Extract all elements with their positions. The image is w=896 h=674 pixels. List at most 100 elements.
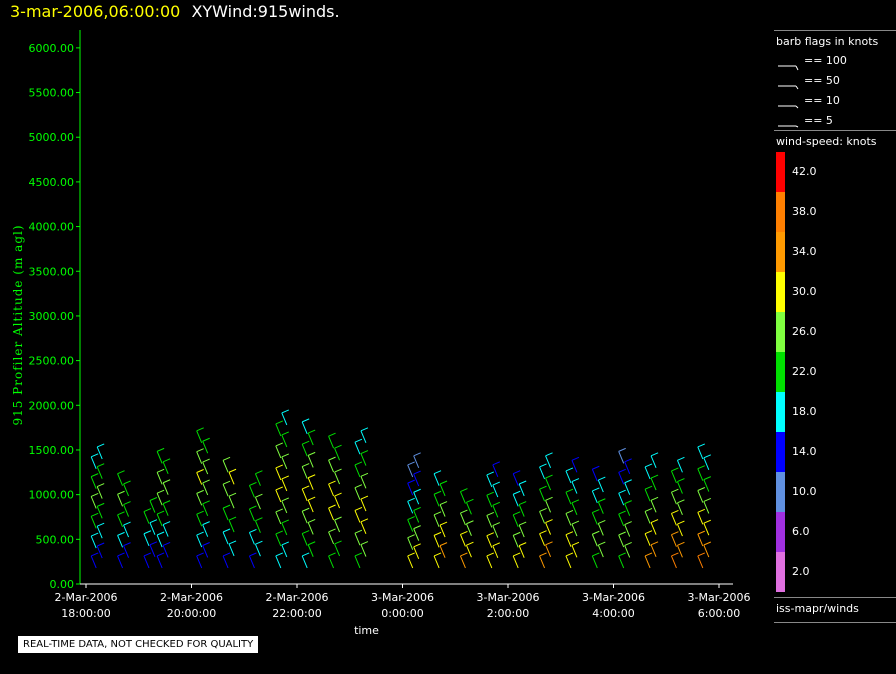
wind-barb-flag	[677, 541, 685, 546]
wind-barb-flag	[407, 552, 415, 557]
wind-barb-flag	[413, 488, 421, 493]
wind-profile	[248, 470, 263, 569]
wind-barb	[597, 501, 604, 514]
wind-barb-flag	[407, 479, 415, 484]
wind-barb-flag	[156, 510, 165, 515]
wind-barb-flag	[592, 465, 600, 470]
x-tick-label: 0:00:00	[381, 607, 423, 620]
wind-barb	[539, 489, 546, 502]
wind-barb-flag	[156, 489, 165, 494]
wind-barb	[644, 511, 651, 524]
wind-barb-flag	[228, 468, 237, 473]
wind-barb	[618, 492, 625, 506]
wind-barb-flag	[618, 510, 626, 515]
wind-barb-flag	[90, 473, 99, 478]
wind-barb-flag	[123, 480, 131, 485]
barb-legend-title: barb flags in knots	[776, 35, 879, 48]
wind-barb	[248, 555, 255, 569]
wind-profile	[222, 456, 237, 569]
wind-barb-flag	[196, 469, 204, 473]
y-tick-label: 1000.00	[29, 489, 75, 502]
wind-barb-flag	[433, 470, 442, 475]
wind-barb-flag	[671, 488, 679, 493]
x-axis-label: time	[354, 624, 379, 637]
wind-barb-flag	[249, 528, 257, 533]
wind-barb	[328, 483, 335, 497]
wind-barb-flag	[703, 519, 712, 524]
wind-barb	[228, 519, 235, 533]
wind-barb-flag	[360, 427, 369, 432]
wind-barb	[465, 502, 472, 515]
wind-barb	[644, 489, 651, 502]
wind-barb	[301, 421, 308, 435]
wind-barb-flag	[328, 552, 336, 557]
wind-barb	[149, 544, 156, 558]
wind-barb-flag	[413, 470, 421, 475]
wind-barb	[407, 519, 414, 532]
wind-barb	[565, 491, 572, 505]
colorbar-swatch	[776, 432, 785, 472]
wind-barb	[143, 533, 150, 546]
barb-legend-label: == 50	[804, 74, 840, 87]
wind-barb	[407, 464, 414, 478]
wind-barb	[486, 555, 493, 569]
wind-barb	[407, 482, 414, 496]
wind-barb	[539, 555, 546, 569]
wind-barb-flag	[644, 485, 653, 490]
wind-barb	[545, 522, 552, 535]
wind-barb-flag	[433, 511, 442, 516]
wind-barb-flag	[162, 521, 171, 526]
wind-barb-flag	[249, 481, 257, 486]
wind-barb	[162, 545, 169, 558]
wind-barb-flag	[644, 530, 653, 535]
wind-barb-flag	[228, 540, 237, 545]
wind-barb	[334, 447, 341, 461]
wind-barb	[512, 555, 519, 569]
y-tick-label: 1500.00	[29, 444, 75, 457]
wind-barb	[465, 523, 472, 536]
wind-barb-flag	[486, 532, 495, 537]
wind-barb-flag	[196, 489, 204, 494]
wind-barb	[301, 511, 308, 524]
wind-barb-flag	[697, 508, 706, 513]
wind-barb	[597, 544, 604, 558]
wind-barb	[228, 543, 235, 557]
wind-profile	[591, 465, 606, 569]
wind-barb	[275, 467, 282, 481]
wind-barb	[96, 486, 103, 499]
colorbar-label: 26.0	[792, 325, 817, 338]
wind-barb-flag	[545, 519, 553, 524]
wind-barb	[301, 488, 308, 502]
wind-barb	[618, 472, 625, 485]
wind-barb	[597, 523, 604, 536]
wind-barb	[196, 493, 203, 506]
wind-barb-flag	[162, 479, 171, 484]
wind-barb	[222, 484, 229, 497]
wind-barb-flag	[545, 496, 553, 501]
wind-barb	[465, 545, 472, 558]
y-tick-label: 2500.00	[29, 355, 75, 368]
x-tick-label: 3-Mar-2006	[688, 591, 751, 604]
wind-barb-flag	[307, 496, 316, 501]
wind-barb-flag	[354, 484, 363, 489]
wind-barb	[492, 464, 499, 477]
wind-barb-flag	[618, 552, 626, 557]
wind-barb	[697, 533, 704, 547]
wind-barb	[703, 479, 710, 492]
wind-barb-flag	[703, 541, 712, 546]
wind-barb-flag	[354, 461, 363, 466]
wind-barb	[433, 494, 440, 507]
wind-barb-flag	[156, 552, 165, 557]
wind-barb	[670, 534, 677, 547]
wind-barb-flag	[275, 486, 284, 491]
wind-barb	[703, 544, 710, 558]
colorbar-label: 18.0	[792, 405, 817, 418]
wind-barb-flag	[439, 521, 448, 526]
wind-barb	[281, 500, 288, 514]
wind-barb-flag	[255, 493, 263, 498]
wind-barb-flag	[149, 541, 158, 546]
wind-barb	[90, 456, 97, 470]
wind-barb	[301, 533, 308, 546]
wind-barb-flag	[301, 485, 310, 490]
wind-barb-flag	[618, 531, 626, 536]
